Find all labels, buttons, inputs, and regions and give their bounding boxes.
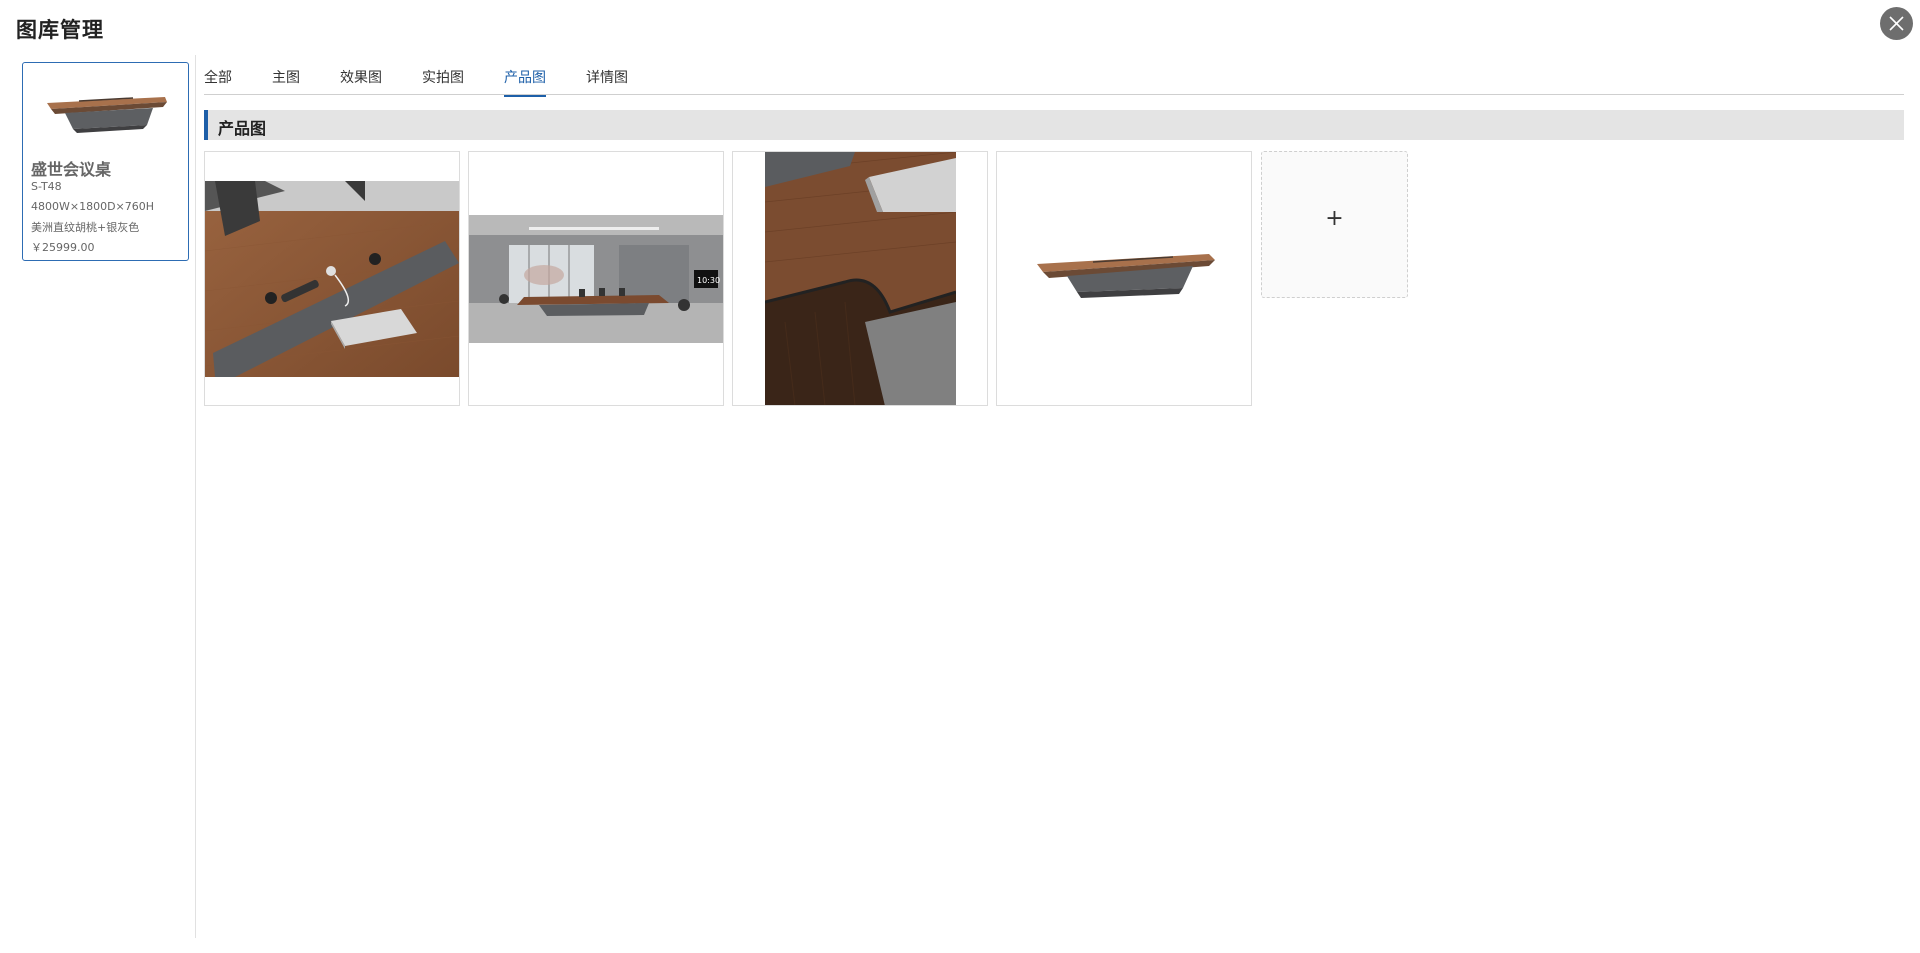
tab-detail[interactable]: 详情图 — [586, 67, 628, 95]
tab-main[interactable]: 主图 — [272, 67, 300, 95]
desk-product-image — [1037, 254, 1215, 298]
product-name: 盛世会议桌 — [31, 160, 112, 179]
product-size: 4800W×1800D×760H — [31, 200, 155, 213]
section-header: 产品图 — [204, 110, 1904, 140]
image-tile[interactable] — [996, 151, 1252, 406]
close-icon — [1889, 16, 1904, 31]
plus-icon: + — [1325, 206, 1344, 231]
upload-image-button[interactable]: + — [1261, 151, 1408, 298]
image-tile[interactable] — [732, 151, 988, 406]
product-thumbnail — [47, 97, 167, 133]
close-button[interactable] — [1880, 7, 1913, 40]
tab-real-photo[interactable]: 实拍图 — [422, 67, 464, 95]
tab-effect[interactable]: 效果图 — [340, 67, 382, 95]
product-code: S-T48 — [31, 180, 62, 193]
tab-bar: 全部 主图 效果图 实拍图 产品图 详情图 — [204, 60, 1904, 97]
tab-all[interactable]: 全部 — [204, 67, 232, 95]
image-tile[interactable] — [204, 151, 460, 406]
meeting-room-image: 10:30 — [469, 215, 723, 343]
product-material: 美洲直纹胡桃+银灰色 — [31, 221, 140, 234]
desk-closeup-image — [205, 181, 459, 377]
image-tile[interactable]: 10:30 — [468, 151, 724, 406]
sidebar-divider — [195, 55, 196, 938]
desk-edge-image — [765, 152, 956, 405]
product-card[interactable]: 盛世会议桌 S-T48 4800W×1800D×760H 美洲直纹胡桃+银灰色 … — [22, 62, 189, 261]
svg-text:10:30: 10:30 — [697, 276, 720, 285]
tab-product[interactable]: 产品图 — [504, 67, 546, 97]
product-price: ￥25999.00 — [31, 241, 95, 254]
section-title: 产品图 — [218, 119, 267, 138]
dialog-title: 图库管理 — [16, 18, 104, 42]
